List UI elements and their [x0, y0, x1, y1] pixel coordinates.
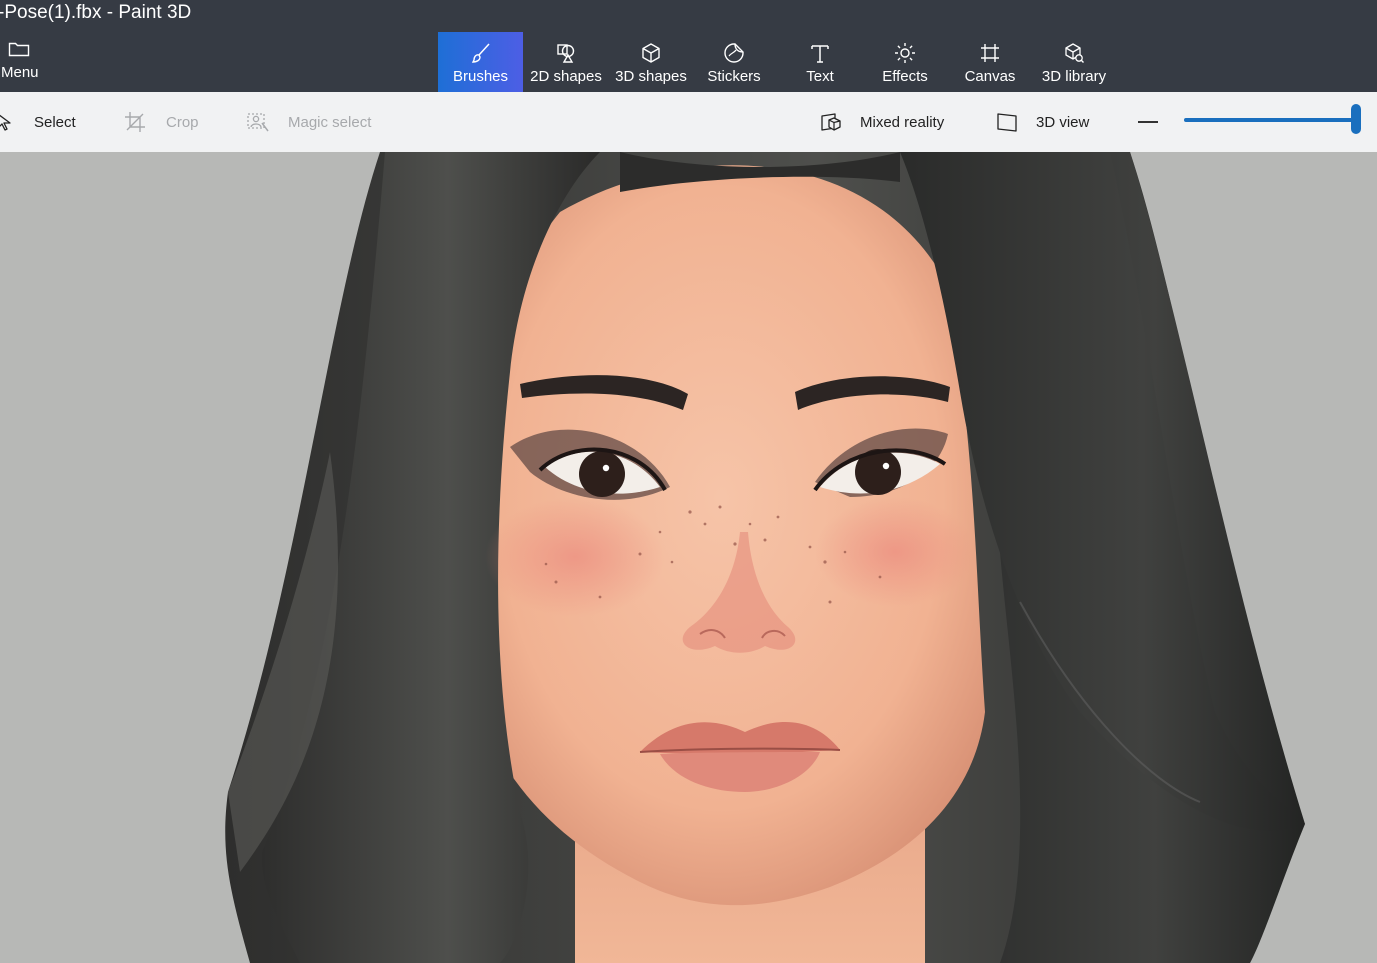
mixed-reality-icon: [821, 113, 841, 131]
tool-effects[interactable]: Effects: [874, 32, 936, 92]
tool-3d-library[interactable]: 3D library: [1036, 32, 1112, 92]
sticker-icon: [724, 43, 744, 63]
mixed-reality-label: Mixed reality: [860, 113, 945, 131]
text-icon: [811, 45, 829, 63]
folder-icon: [8, 42, 30, 57]
menu-button[interactable]: Menu: [0, 34, 52, 90]
canvas-icon: [981, 44, 999, 62]
tool-brushes[interactable]: Brushes: [438, 32, 523, 92]
crop-button[interactable]: Crop: [124, 92, 199, 152]
tool-3d-shapes[interactable]: 3D shapes: [612, 32, 690, 92]
magic-select-label: Magic select: [288, 113, 372, 131]
tool-text[interactable]: Text: [790, 32, 850, 92]
magic-select-icon: [247, 113, 269, 132]
cube-icon: [642, 43, 660, 63]
sun-icon: [895, 43, 915, 63]
3d-view-icon: [997, 113, 1017, 132]
3d-model-face[interactable]: [0, 152, 1377, 963]
tool-label: Brushes: [452, 68, 509, 85]
title-bar: -Pose(1).fbx - Paint 3D Menu Brushes 2D …: [0, 0, 1377, 92]
cursor-icon: [0, 114, 11, 131]
tool-stickers[interactable]: Stickers: [700, 32, 768, 92]
tool-label: 3D shapes: [615, 68, 687, 85]
zoom-slider[interactable]: [1184, 118, 1356, 122]
shapes-2d-icon: [557, 44, 575, 63]
mixed-reality-button[interactable]: Mixed reality: [820, 92, 944, 152]
tool-label: 3D library: [1041, 68, 1107, 85]
canvas-viewport[interactable]: [0, 152, 1377, 963]
3d-view-label: 3D view: [1036, 113, 1090, 131]
zoom-out-button[interactable]: [1138, 121, 1158, 123]
crop-label: Crop: [166, 113, 199, 131]
tool-canvas[interactable]: Canvas: [958, 32, 1022, 92]
tool-label: Stickers: [707, 68, 761, 85]
menu-label: Menu: [1, 64, 39, 81]
tool-label: Canvas: [964, 68, 1016, 85]
window-title: -Pose(1).fbx - Paint 3D: [0, 2, 192, 23]
magic-select-button[interactable]: Magic select: [246, 92, 371, 152]
zoom-slider-thumb[interactable]: [1351, 104, 1361, 134]
context-toolbar: Select Crop Magic select Mixed reality 3…: [0, 92, 1377, 152]
tool-label: 2D shapes: [530, 68, 602, 85]
3d-view-button[interactable]: 3D view: [996, 92, 1089, 152]
library-icon: [1065, 43, 1084, 63]
select-label: Select: [34, 113, 76, 131]
tool-label: Text: [806, 68, 834, 85]
select-button[interactable]: Select: [0, 92, 76, 152]
tool-label: Effects: [882, 68, 928, 85]
tool-2d-shapes[interactable]: 2D shapes: [528, 32, 604, 92]
brush-icon: [471, 43, 490, 63]
crop-icon: [125, 112, 145, 132]
